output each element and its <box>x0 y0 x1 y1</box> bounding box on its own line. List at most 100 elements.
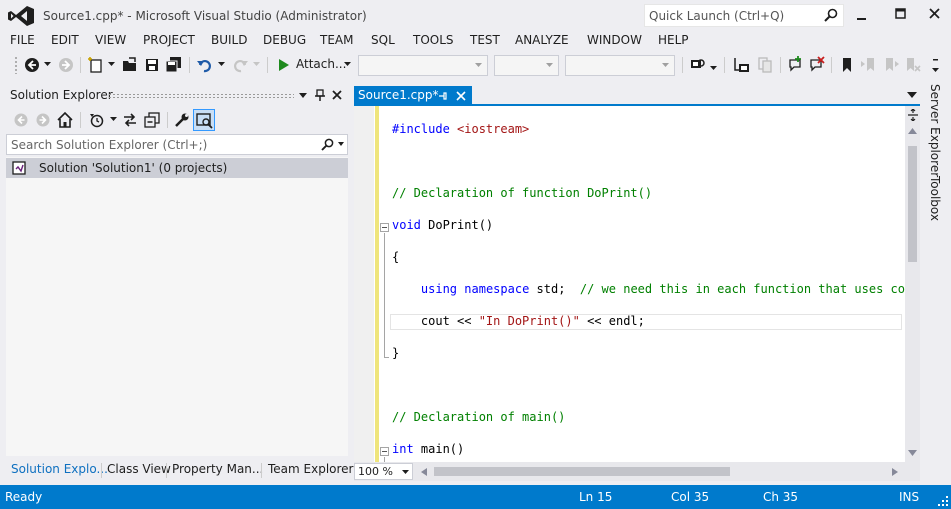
sync-with-active-document-icon[interactable] <box>121 111 139 129</box>
close-button[interactable] <box>920 4 950 26</box>
startup-project-select[interactable] <box>565 55 675 76</box>
quick-launch-input[interactable] <box>649 7 819 25</box>
menu-debug[interactable]: DEBUG <box>263 33 306 47</box>
menu-team[interactable]: TEAM <box>320 33 353 47</box>
menu-edit[interactable]: EDIT <box>51 33 79 47</box>
quick-launch-box[interactable] <box>644 4 844 27</box>
solution-explorer-search-input[interactable] <box>11 137 311 153</box>
tab-property-manager[interactable]: Property Man... <box>172 462 263 476</box>
zoom-select[interactable]: 100 % <box>354 463 413 480</box>
menu-build[interactable]: BUILD <box>211 33 247 47</box>
tab-server-explorer[interactable]: Server Explorer <box>928 84 942 177</box>
close-icon[interactable] <box>332 90 342 100</box>
chevron-down-icon[interactable] <box>110 117 117 122</box>
pin-icon[interactable] <box>314 89 326 102</box>
search-icon[interactable] <box>824 8 838 22</box>
search-icon[interactable] <box>321 138 334 151</box>
undo-icon[interactable] <box>196 56 214 74</box>
tab-separator <box>261 463 262 478</box>
menu-sql[interactable]: SQL <box>371 33 395 47</box>
menu-bar: FILE EDIT VIEW PROJECT BUILD DEBUG TEAM … <box>0 32 951 50</box>
clear-bookmarks-icon[interactable] <box>903 56 921 74</box>
minimize-button[interactable] <box>846 4 876 26</box>
chevron-down-icon[interactable] <box>907 92 917 98</box>
collapse-toggle[interactable] <box>380 447 389 456</box>
split-window-icon[interactable] <box>908 109 918 121</box>
save-all-icon[interactable] <box>165 56 183 74</box>
properties-wrench-icon[interactable] <box>173 111 191 129</box>
scroll-right-icon[interactable] <box>892 468 898 476</box>
save-icon[interactable] <box>143 56 161 74</box>
home-icon[interactable] <box>56 111 74 129</box>
chevron-down-icon[interactable] <box>710 66 717 71</box>
vertical-scroll-thumb[interactable] <box>908 146 917 262</box>
vertical-scrollbar[interactable] <box>905 106 920 462</box>
preview-selected-items-button[interactable] <box>193 109 215 131</box>
new-project-icon[interactable] <box>87 56 105 74</box>
back-icon[interactable] <box>12 111 30 129</box>
pin-icon[interactable] <box>438 91 448 101</box>
scroll-up-icon[interactable] <box>908 128 917 134</box>
menu-tools[interactable]: TOOLS <box>413 33 454 47</box>
pending-changes-filter-icon[interactable] <box>88 111 106 129</box>
menu-file[interactable]: FILE <box>10 33 35 47</box>
tab-solution-explorer[interactable]: Solution Explo... <box>11 462 108 476</box>
horizontal-scroll-thumb[interactable] <box>434 467 730 476</box>
chevron-down-icon[interactable] <box>44 62 51 67</box>
navigate-back-icon[interactable] <box>23 56 41 74</box>
outline-line <box>384 233 385 357</box>
menu-view[interactable]: VIEW <box>95 33 126 47</box>
menu-help[interactable]: HELP <box>658 33 689 47</box>
tab-source1-cpp[interactable]: Source1.cpp* <box>354 86 472 106</box>
properties-window-icon[interactable] <box>756 56 774 74</box>
chevron-down-icon[interactable] <box>253 62 260 67</box>
menu-project[interactable]: PROJECT <box>143 33 195 47</box>
maximize-button[interactable] <box>886 4 916 26</box>
collapse-toggle[interactable] <box>380 223 389 232</box>
tab-class-view[interactable]: Class View <box>107 462 171 476</box>
find-in-files-icon[interactable] <box>689 56 707 74</box>
chevron-down-icon[interactable] <box>218 62 225 67</box>
toolbar-overflow-icon[interactable] <box>928 56 946 74</box>
scroll-down-icon[interactable] <box>908 450 917 456</box>
tab-toolbox[interactable]: Toolbox <box>928 176 942 221</box>
solution-tree: Solution 'Solution1' (0 projects) <box>6 157 348 456</box>
code-editor[interactable]: #include <iostream> // Declaration of fu… <box>354 106 905 462</box>
add-comment-icon[interactable] <box>787 56 805 74</box>
solution-node[interactable]: Solution 'Solution1' (0 projects) <box>6 158 348 178</box>
menu-test[interactable]: TEST <box>470 33 500 47</box>
code-line: { <box>392 250 400 264</box>
status-character: Ch 35 <box>763 490 799 504</box>
chevron-down-icon[interactable] <box>299 93 307 99</box>
menu-analyze[interactable]: ANALYZE <box>515 33 569 47</box>
solution-platform-select[interactable] <box>494 55 559 76</box>
chevron-down-icon[interactable] <box>338 142 344 146</box>
scroll-left-icon[interactable] <box>421 468 427 476</box>
solution-node-label: Solution 'Solution1' (0 projects) <box>39 161 228 175</box>
solution-configuration-select[interactable] <box>358 55 488 76</box>
chevron-down-icon[interactable] <box>344 62 351 67</box>
zoom-level: 100 % <box>358 465 393 478</box>
chevron-down-icon[interactable] <box>108 62 115 67</box>
panel-drag-grip[interactable] <box>108 93 294 99</box>
resize-grip-icon[interactable] <box>938 496 949 507</box>
solution-explorer-search-box[interactable] <box>6 134 348 155</box>
bookmark-icon[interactable] <box>838 56 856 74</box>
navigate-forward-icon[interactable] <box>57 56 75 74</box>
toolbar-grip[interactable] <box>14 56 18 74</box>
title-bar: Source1.cpp* - Microsoft Visual Studio (… <box>0 0 951 32</box>
tab-team-explorer[interactable]: Team Explorer <box>268 462 354 476</box>
next-bookmark-icon[interactable] <box>882 56 900 74</box>
menu-window[interactable]: WINDOW <box>587 33 642 47</box>
open-file-icon[interactable] <box>121 56 139 74</box>
close-icon[interactable] <box>456 91 466 101</box>
solution-explorer-icon[interactable] <box>733 56 751 74</box>
status-line: Ln 15 <box>579 490 613 504</box>
redo-icon[interactable] <box>231 56 249 74</box>
tab-separator <box>166 463 167 478</box>
collapse-all-icon[interactable] <box>143 111 161 129</box>
forward-icon[interactable] <box>34 111 52 129</box>
remove-comment-icon[interactable] <box>808 56 826 74</box>
previous-bookmark-icon[interactable] <box>860 56 878 74</box>
indicator-margin <box>354 106 374 462</box>
